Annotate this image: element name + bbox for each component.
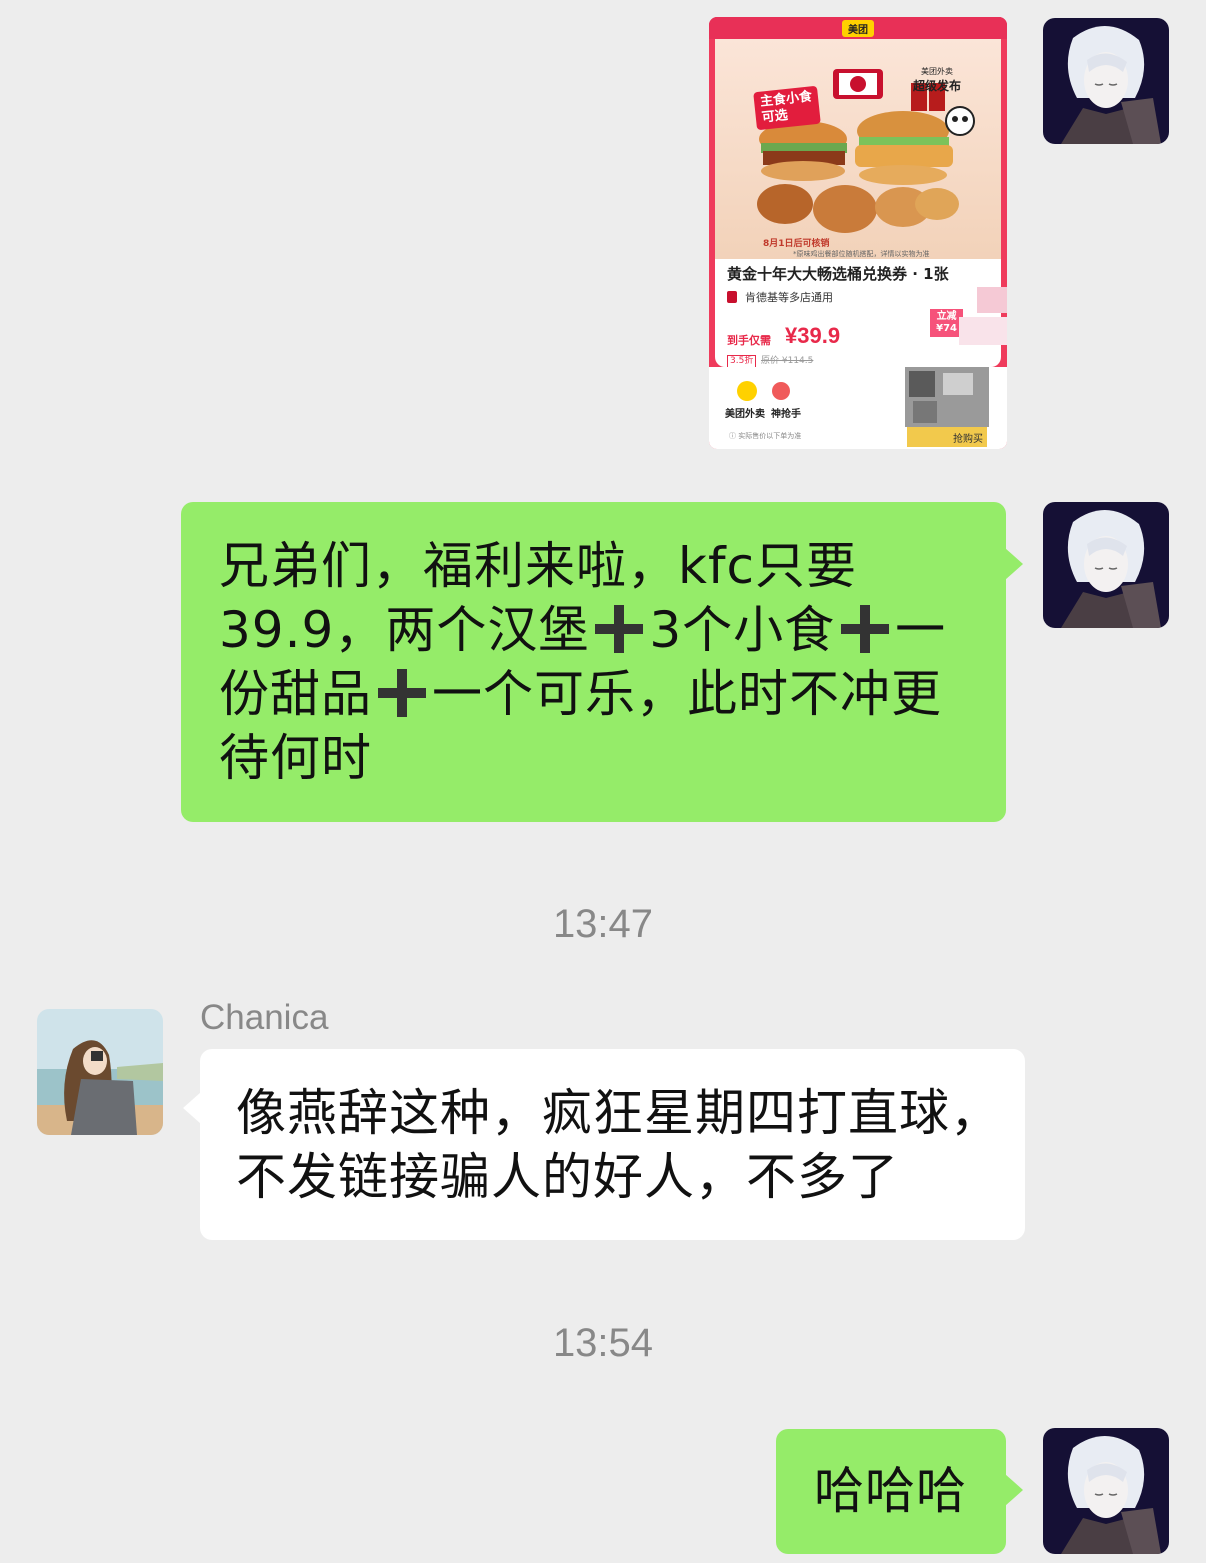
message-text: 兄弟们，福利来啦，kfc只要 39.9，两个汉堡 3个小食一 份甜品 一个可乐，此时…	[219, 537, 947, 787]
girl-avatar-image	[37, 1009, 163, 1135]
coupon-price: ¥39.9	[785, 323, 841, 348]
buy-button: 抢购买	[907, 427, 987, 447]
blur-pixel	[977, 287, 1007, 313]
shenqiangshou-label: 神抢手	[771, 409, 801, 420]
anime-avatar-image	[1043, 18, 1169, 144]
message-bubble-other[interactable]: 像燕辞这种，疯狂星期四打直球， 不发链接骗人的好人，不多了	[200, 1049, 1025, 1240]
bubble-tail	[1005, 548, 1023, 580]
release-badge: 美团外卖 超级发布	[912, 67, 961, 93]
plus-icon	[378, 669, 426, 717]
brand-row: 美团外卖 神抢手	[725, 405, 801, 420]
coupon-info: 黄金十年大大畅选桶兑换券 · 1张 肯德基等多店通用 到手仅需 ¥39.9 3.…	[715, 259, 1001, 368]
kfc-logo-icon	[727, 291, 737, 303]
anime-avatar-image	[1043, 502, 1169, 628]
self-avatar[interactable]	[1043, 18, 1169, 144]
blur-pixel	[959, 317, 1007, 345]
message-text: 哈哈哈	[814, 1462, 967, 1520]
coupon-hero-image: 主食小食 可选 美团外卖 超级发布 8月1日后可核销 *原味鸡出餐部位随机搭配，…	[715, 39, 1001, 259]
message-bubble-self[interactable]: 兄弟们，福利来啦，kfc只要 39.9，两个汉堡 3个小食一 份甜品 一个可乐，此时…	[181, 502, 1006, 822]
price-label: 到手仅需	[727, 334, 771, 347]
bubble-tail	[183, 1092, 201, 1124]
original-price: 原价 ¥114.5	[761, 356, 814, 366]
timestamp: 13:47	[552, 902, 654, 946]
timestamp: 13:54	[552, 1321, 654, 1365]
bubble-tail	[1005, 1474, 1023, 1506]
footer-note: ⓘ 实际售价以下单为准	[729, 432, 802, 440]
coupon-store: 肯德基等多店通用	[727, 289, 833, 305]
coupon-header: 美团	[709, 17, 1007, 39]
qr-pixel	[909, 371, 935, 397]
qr-pixel	[913, 401, 937, 423]
meituan-waimai-label: 美团外卖	[725, 409, 765, 420]
meituan-logo: 美团	[842, 19, 874, 37]
combo-badge: 主食小食 可选	[753, 85, 821, 131]
anime-avatar-image	[1043, 1428, 1169, 1554]
sender-name: Chanica	[200, 998, 329, 1037]
message-text: 像燕辞这种，疯狂星期四打直球， 不发链接骗人的好人，不多了	[236, 1084, 1001, 1206]
message-bubble-self[interactable]: 哈哈哈	[776, 1429, 1006, 1554]
hero-fine-print: *原味鸡出餐部位随机搭配，详情以实物为准	[793, 250, 930, 258]
self-avatar[interactable]	[1043, 1428, 1169, 1554]
redeem-date-note: 8月1日后可核销	[763, 239, 830, 249]
plus-icon	[595, 605, 644, 653]
coupon-title: 黄金十年大大畅选桶兑换券 · 1张	[727, 265, 949, 283]
contact-avatar[interactable]	[37, 1009, 163, 1135]
coupon-footer: 美团外卖 神抢手 ⓘ 实际售价以下单为准 抢购买	[709, 367, 1007, 449]
mascot-icons	[737, 381, 790, 401]
qr-pixel	[943, 373, 973, 395]
plus-icon	[841, 605, 890, 653]
self-avatar[interactable]	[1043, 502, 1169, 628]
coupon-image[interactable]: 美团 主食小食 可选 美团外卖 超级发布 8月1日后可核销 *原味鸡出餐部位随机…	[709, 17, 1007, 449]
